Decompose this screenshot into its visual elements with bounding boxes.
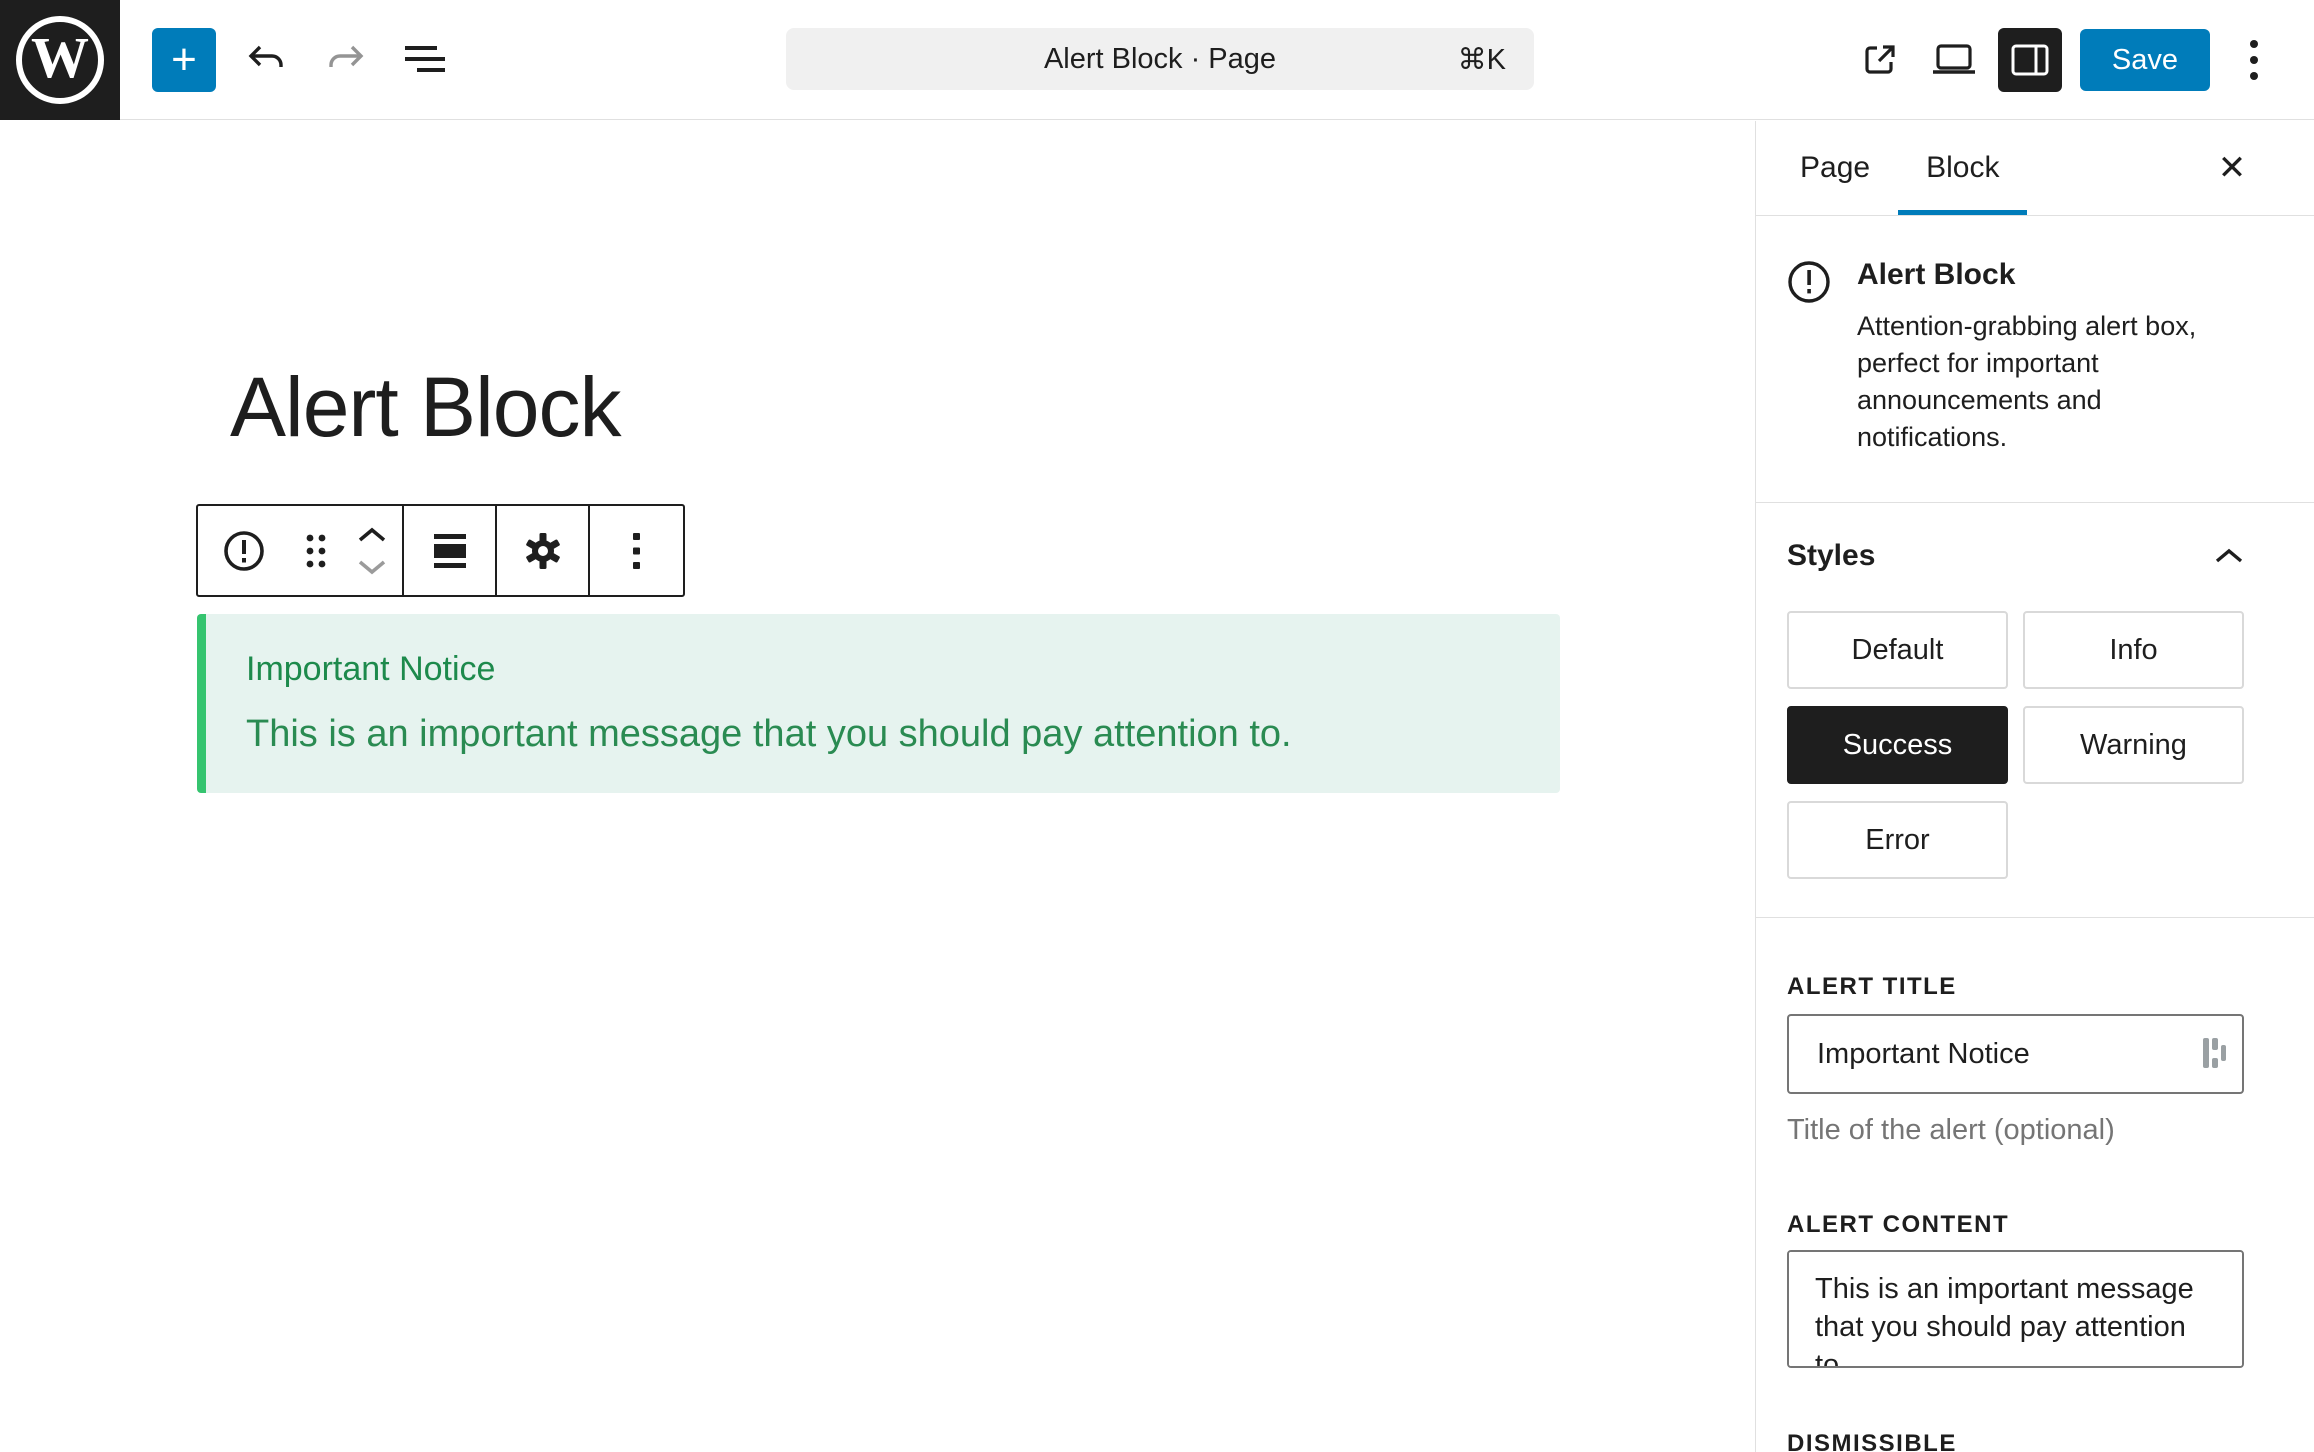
block-mover bbox=[356, 520, 388, 582]
chevron-down-icon bbox=[356, 558, 388, 576]
alert-title-help: Title of the alert (optional) bbox=[1787, 1114, 2244, 1147]
alert-preview-message[interactable]: This is an important message that you sh… bbox=[246, 713, 1520, 756]
kebab-menu-icon bbox=[632, 532, 641, 570]
block-info-text: Alert Block Attention-grabbing alert box… bbox=[1857, 258, 2244, 456]
style-option-default[interactable]: Default bbox=[1787, 611, 2008, 689]
tab-page[interactable]: Page bbox=[1772, 121, 1898, 215]
block-description: Attention-grabbing alert box, perfect fo… bbox=[1857, 308, 2244, 456]
alert-title-field-wrap bbox=[1787, 1014, 2244, 1094]
style-option-info[interactable]: Info bbox=[2023, 611, 2244, 689]
block-inserter-button[interactable]: + bbox=[152, 28, 216, 92]
move-down-button[interactable] bbox=[356, 552, 388, 582]
header-left-tools: + bbox=[152, 28, 456, 92]
block-settings-button[interactable] bbox=[497, 506, 588, 595]
wordpress-logo[interactable]: W bbox=[0, 0, 120, 120]
close-icon: ✕ bbox=[2218, 148, 2247, 188]
undo-icon bbox=[246, 43, 286, 77]
list-view-icon bbox=[403, 43, 449, 77]
alert-block-preview[interactable]: Important Notice This is an important me… bbox=[197, 614, 1560, 793]
redo-button[interactable] bbox=[316, 30, 376, 90]
desktop-preview-icon bbox=[1931, 42, 1977, 78]
wordpress-block-editor: W + bbox=[0, 0, 2314, 1452]
view-post-button[interactable] bbox=[1850, 30, 1910, 90]
block-info-card: Alert Block Attention-grabbing alert box… bbox=[1756, 216, 2314, 503]
block-toolbar-group-options bbox=[590, 506, 683, 595]
document-title: Alert Block · Page bbox=[1044, 43, 1276, 76]
alert-content-label: Alert Content bbox=[1787, 1210, 2244, 1240]
block-type-button[interactable] bbox=[212, 506, 276, 595]
post-title[interactable]: Alert Block bbox=[230, 359, 620, 456]
styles-heading: Styles bbox=[1787, 539, 1875, 573]
kebab-menu-icon bbox=[2249, 39, 2259, 81]
block-toolbar-group-align bbox=[404, 506, 497, 595]
sidebar-panel-icon bbox=[2010, 43, 2050, 77]
close-sidebar-button[interactable]: ✕ bbox=[2208, 144, 2256, 192]
block-toolbar-group-main bbox=[198, 506, 404, 595]
password-manager-icon[interactable] bbox=[2202, 1036, 2226, 1072]
styles-panel: Styles Default Info Success Warning Erro… bbox=[1756, 503, 2314, 918]
alert-circle-icon bbox=[1787, 260, 1831, 456]
options-menu-button[interactable] bbox=[2224, 30, 2284, 90]
settings-sidebar-toggle[interactable] bbox=[1998, 28, 2062, 92]
document-overview-button[interactable] bbox=[396, 30, 456, 90]
header-right-tools: Save bbox=[1850, 0, 2284, 120]
command-palette-bar[interactable]: Alert Block · Page ⌘K bbox=[786, 28, 1534, 90]
block-name: Alert Block bbox=[1857, 258, 2244, 292]
block-toolbar bbox=[196, 504, 685, 597]
align-button[interactable] bbox=[404, 506, 495, 595]
save-button[interactable]: Save bbox=[2080, 29, 2210, 91]
drag-dots-icon bbox=[305, 533, 327, 569]
alert-preview-title[interactable]: Important Notice bbox=[246, 650, 1520, 689]
block-toolbar-group-settings bbox=[497, 506, 590, 595]
block-settings-fields: Alert Title Title of the alert (optional… bbox=[1756, 918, 2314, 1452]
alert-circle-icon bbox=[222, 529, 266, 573]
sidebar-tabs: Page Block ✕ bbox=[1756, 121, 2314, 216]
alert-title-label: Alert Title bbox=[1787, 972, 2244, 1002]
preview-button[interactable] bbox=[1924, 30, 1984, 90]
styles-panel-header[interactable]: Styles bbox=[1787, 539, 2244, 573]
editor-header: W + bbox=[0, 0, 2314, 120]
style-option-error[interactable]: Error bbox=[1787, 801, 2008, 879]
wordpress-logo-icon: W bbox=[16, 16, 104, 104]
chevron-up-icon bbox=[356, 526, 388, 544]
gear-icon bbox=[521, 529, 565, 573]
plus-icon: + bbox=[171, 38, 197, 82]
editor-canvas: Alert Block bbox=[0, 121, 1755, 1452]
style-option-success[interactable]: Success bbox=[1787, 706, 2008, 784]
align-icon bbox=[429, 532, 471, 570]
style-option-warning[interactable]: Warning bbox=[2023, 706, 2244, 784]
settings-sidebar: Page Block ✕ Alert Block Attention-grabb… bbox=[1755, 121, 2314, 1452]
chevron-up-icon bbox=[2214, 547, 2244, 565]
drag-handle[interactable] bbox=[290, 506, 342, 595]
style-options: Default Info Success Warning Error bbox=[1787, 611, 2244, 879]
move-up-button[interactable] bbox=[356, 520, 388, 550]
alert-title-input[interactable] bbox=[1787, 1014, 2244, 1094]
tab-block[interactable]: Block bbox=[1898, 121, 2027, 215]
redo-icon bbox=[326, 43, 366, 77]
alert-content-textarea[interactable]: This is an important message that you sh… bbox=[1787, 1250, 2244, 1368]
undo-button[interactable] bbox=[236, 30, 296, 90]
external-link-icon bbox=[1861, 41, 1899, 79]
command-shortcut: ⌘K bbox=[1458, 42, 1506, 77]
dismissible-label: Dismissible bbox=[1787, 1429, 2244, 1452]
block-options-button[interactable] bbox=[590, 506, 683, 595]
